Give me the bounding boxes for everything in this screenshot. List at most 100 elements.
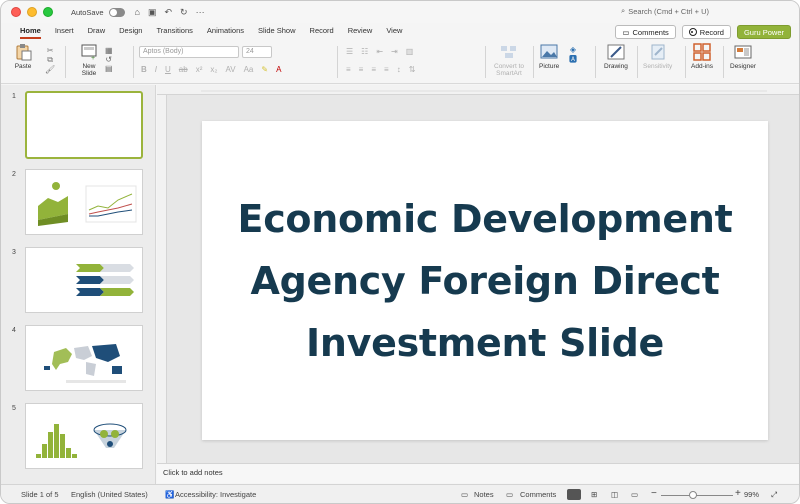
thumb-number-1: 1 xyxy=(12,93,16,100)
convert-smartart-button[interactable]: Convert to SmartArt xyxy=(491,43,527,77)
home-icon[interactable]: ⌂ xyxy=(135,7,140,18)
slide-title-text[interactable]: Economic Development Agency Foreign Dire… xyxy=(225,188,745,374)
record-button[interactable]: Record xyxy=(681,25,731,39)
drawing-button[interactable]: Drawing xyxy=(604,43,628,70)
minimize-window-button[interactable] xyxy=(27,7,37,17)
columns-icon[interactable]: ▥ xyxy=(406,47,414,56)
clipboard-small-icons: ✂ ⧉ 🖌 xyxy=(45,46,55,74)
tab-record[interactable]: Record xyxy=(303,23,341,39)
comments-toggle[interactable]: Comments xyxy=(520,490,556,499)
numbering-icon[interactable]: ☷ xyxy=(361,47,368,56)
char-spacing-icon[interactable]: AV xyxy=(225,65,235,74)
thumbnail-3-graphic xyxy=(76,264,134,296)
smartart-icon xyxy=(499,43,519,61)
align-right-icon[interactable]: ≡ xyxy=(371,65,376,74)
cut-icon[interactable]: ✂ xyxy=(47,46,54,55)
undo-icon[interactable]: ↶ xyxy=(164,7,172,18)
increase-indent-icon[interactable]: ⇥ xyxy=(391,47,398,56)
ribbon-divider xyxy=(65,46,66,78)
picture-icon xyxy=(539,43,559,61)
shapes-icon[interactable]: ◈ xyxy=(570,45,576,54)
font-size-select[interactable]: 24 xyxy=(242,46,272,58)
autosave-toggle[interactable] xyxy=(108,7,125,17)
horizontal-ruler xyxy=(157,85,799,95)
strikethrough-icon[interactable]: ab xyxy=(179,65,188,74)
designer-icon xyxy=(733,43,753,61)
zoom-in-icon[interactable]: + xyxy=(735,488,741,499)
tab-design[interactable]: Design xyxy=(112,23,149,39)
zoom-out-icon[interactable]: − xyxy=(651,488,657,499)
designer-button[interactable]: Designer xyxy=(730,43,756,70)
italic-icon[interactable]: I xyxy=(155,65,157,74)
window-controls xyxy=(11,7,53,17)
slide-thumbnail-2[interactable] xyxy=(25,169,143,235)
vertical-ruler xyxy=(157,95,167,463)
ribbon-divider xyxy=(133,46,134,78)
thumb-number-3: 3 xyxy=(12,249,16,256)
change-case-icon[interactable]: Aa xyxy=(244,65,254,74)
more-icon[interactable]: ··· xyxy=(196,7,205,18)
save-icon[interactable]: ▣ xyxy=(148,7,157,18)
slide-thumbnail-5[interactable] xyxy=(25,403,143,469)
text-direction-icon[interactable]: ⇅ xyxy=(409,65,416,74)
redo-icon[interactable]: ↻ xyxy=(180,7,188,18)
normal-view-icon[interactable] xyxy=(567,489,581,500)
copy-icon[interactable]: ⧉ xyxy=(47,55,53,65)
fit-to-window-icon[interactable]: ⤢ xyxy=(771,490,777,500)
line-spacing-icon[interactable]: ↕ xyxy=(397,65,401,74)
tab-insert[interactable]: Insert xyxy=(48,23,81,39)
tab-slide-show[interactable]: Slide Show xyxy=(251,23,303,39)
tab-view[interactable]: View xyxy=(379,23,409,39)
reading-view-icon[interactable]: ◫ xyxy=(611,490,618,499)
current-slide[interactable]: Economic Development Agency Foreign Dire… xyxy=(202,121,768,440)
slideshow-view-icon[interactable]: ▭ xyxy=(631,490,638,499)
zoom-slider[interactable] xyxy=(661,495,733,496)
justify-icon[interactable]: ≡ xyxy=(384,65,389,74)
align-left-icon[interactable]: ≡ xyxy=(346,65,351,74)
section-icon[interactable]: ▤ xyxy=(105,64,113,73)
language-indicator[interactable]: English (United States) xyxy=(71,490,148,499)
notes-toggle[interactable]: Notes xyxy=(474,490,494,499)
zoom-slider-handle[interactable] xyxy=(689,491,697,499)
reset-icon[interactable]: ↺ xyxy=(105,55,112,64)
align-center-icon[interactable]: ≡ xyxy=(359,65,364,74)
close-window-button[interactable] xyxy=(11,7,21,17)
font-name-select[interactable]: Aptos (Body) xyxy=(139,46,239,58)
paste-button[interactable]: Paste xyxy=(13,43,33,70)
bullets-icon[interactable]: ☰ xyxy=(346,47,353,56)
tab-draw[interactable]: Draw xyxy=(81,23,113,39)
slide-thumbnails-pane: 1 2 3 4 5 xyxy=(1,85,156,484)
format-painter-icon[interactable]: 🖌 xyxy=(45,65,55,74)
superscript-icon[interactable]: x² xyxy=(196,65,203,74)
autosave-control[interactable]: AutoSave xyxy=(71,7,125,17)
textbox-icon[interactable]: 🅰 xyxy=(569,54,577,65)
tab-home[interactable]: Home xyxy=(13,23,48,39)
new-slide-button[interactable]: + New Slide xyxy=(77,43,101,77)
slide-thumbnail-4[interactable] xyxy=(25,325,143,391)
tab-transitions[interactable]: Transitions xyxy=(149,23,199,39)
highlight-icon[interactable]: ✎ xyxy=(261,65,268,74)
slide-thumbnail-3[interactable] xyxy=(25,247,143,313)
font-color-icon[interactable]: A xyxy=(276,65,281,74)
sensitivity-button[interactable]: Sensitivity xyxy=(643,43,672,70)
slide-sorter-icon[interactable]: ⊞ xyxy=(591,490,597,499)
zoom-window-button[interactable] xyxy=(43,7,53,17)
underline-icon[interactable]: U xyxy=(165,65,171,74)
accessibility-status[interactable]: Accessibility: Investigate xyxy=(175,490,256,499)
paste-label: Paste xyxy=(14,63,32,70)
search-box[interactable]: ⌕ Search (Cmd + Ctrl + U) xyxy=(621,6,709,16)
slide-thumbnail-1[interactable] xyxy=(25,91,143,159)
tab-animations[interactable]: Animations xyxy=(200,23,251,39)
layout-icon[interactable]: ▦ xyxy=(105,46,113,55)
subscript-icon[interactable]: x₂ xyxy=(210,65,217,74)
decrease-indent-icon[interactable]: ⇤ xyxy=(376,47,383,56)
tab-review[interactable]: Review xyxy=(341,23,380,39)
comments-button[interactable]: ▭ Comments xyxy=(615,25,676,39)
picture-button[interactable]: Picture xyxy=(539,43,559,70)
addins-button[interactable]: Add-ins xyxy=(691,43,713,70)
notes-pane[interactable]: Click to add notes xyxy=(157,463,799,483)
bold-icon[interactable]: B xyxy=(141,65,147,74)
guru-power-button[interactable]: Guru Power xyxy=(736,25,791,39)
thumbnail-4-graphic xyxy=(44,344,126,383)
zoom-level[interactable]: 99% xyxy=(744,490,759,499)
